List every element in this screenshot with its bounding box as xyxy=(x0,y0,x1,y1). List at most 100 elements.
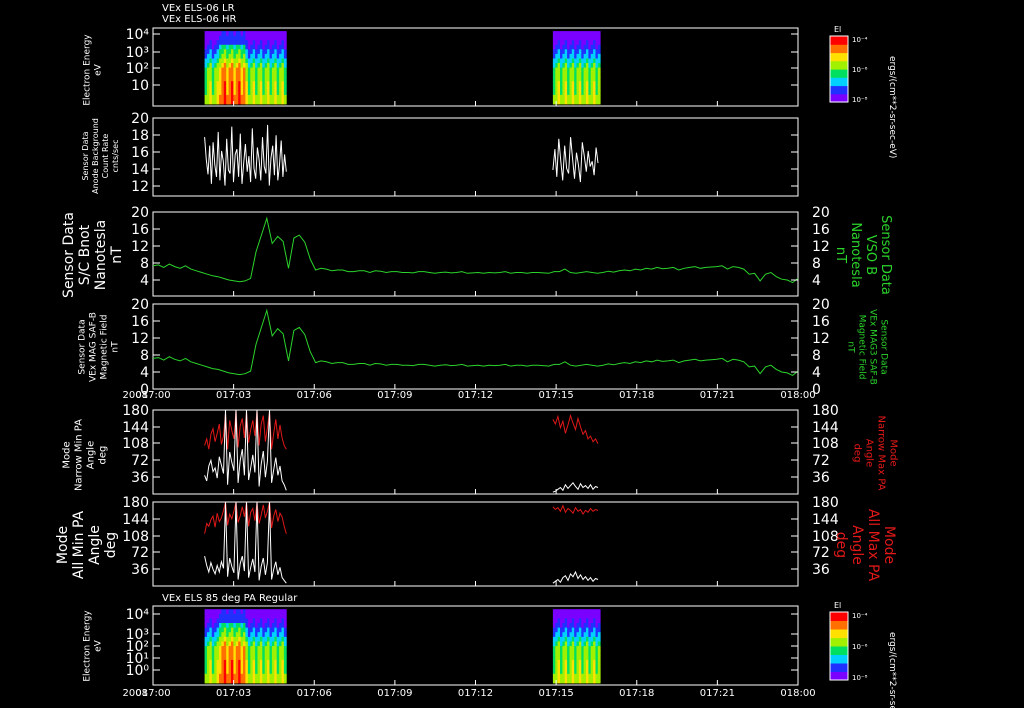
spectrogram-cell xyxy=(269,31,273,37)
spectrogram-cell xyxy=(207,646,210,652)
spectrogram-cell xyxy=(578,90,582,96)
spectrogram-cell xyxy=(228,63,232,68)
spectrogram-cell xyxy=(245,627,249,633)
spectrogram-cell xyxy=(276,655,280,661)
spectrogram-cell xyxy=(590,94,594,100)
spectrogram-cell xyxy=(214,58,217,64)
spectrogram-cell xyxy=(264,35,268,41)
spectrogram-cell xyxy=(221,655,225,661)
spectrogram-cell xyxy=(223,72,227,78)
spectrogram-cell xyxy=(245,659,249,665)
spectrogram-cell xyxy=(576,99,580,105)
spectrogram-cell xyxy=(255,90,258,96)
spectrogram-cell xyxy=(262,659,266,665)
spectrogram-cell xyxy=(211,664,215,670)
spectrogram-cell xyxy=(560,72,563,78)
spectrogram-cell xyxy=(557,53,561,59)
spectrogram-cell xyxy=(223,85,227,91)
spectrogram-cell xyxy=(590,613,594,619)
spectrogram-cell xyxy=(257,85,261,91)
spectrogram-cell xyxy=(245,636,249,642)
spectrogram-cell xyxy=(276,613,280,619)
spectrogram-cell xyxy=(269,53,273,59)
spectrogram-cell xyxy=(259,76,263,82)
spectrogram-cell xyxy=(231,31,234,37)
spectrogram-cell xyxy=(593,76,596,82)
spectrogram-cell xyxy=(269,641,273,647)
spectrogram-cell xyxy=(264,669,268,675)
spectrogram-cell xyxy=(219,669,222,675)
spectrogram-cell xyxy=(235,99,239,105)
spectrogram-cell xyxy=(233,641,237,647)
spectrogram-cell xyxy=(283,650,287,656)
spectrogram-cell xyxy=(228,85,232,91)
spectrogram-cell xyxy=(207,44,210,50)
spectrogram-cell xyxy=(571,632,575,638)
spectrogram-cell xyxy=(576,613,580,619)
spectrogram-cell xyxy=(243,655,246,661)
x-tick-label: 017:06 xyxy=(297,390,332,401)
spectrogram-cell xyxy=(571,72,575,78)
spectrogram-cell xyxy=(586,58,589,64)
spectrogram-cell xyxy=(262,90,266,96)
spectrogram-cell xyxy=(583,632,587,638)
spectrogram-cell xyxy=(276,67,280,73)
spectrogram-cell xyxy=(209,623,213,628)
spectrogram-cell xyxy=(233,63,237,68)
spectrogram-cell xyxy=(271,44,275,50)
spectrogram-cell xyxy=(583,650,587,656)
spectrogram-cell xyxy=(255,659,258,665)
spectrogram-cell xyxy=(279,44,282,50)
spectrogram-cell xyxy=(576,76,580,82)
spectrogram-cell xyxy=(597,44,601,50)
spectrogram-cell xyxy=(597,673,601,679)
spectrogram-cell xyxy=(204,636,208,642)
spectrogram-cell xyxy=(255,669,258,675)
spectrogram-cell xyxy=(274,664,278,670)
spectrogram-cell xyxy=(255,76,258,82)
spectrogram-cell xyxy=(576,35,580,41)
spectrogram-cell xyxy=(247,632,251,638)
spectrogram-cell xyxy=(267,636,270,642)
spectrogram-cell xyxy=(243,85,246,91)
spectrogram-cell xyxy=(240,623,244,628)
spectrogram-cell xyxy=(590,623,594,628)
spectrogram-cell xyxy=(226,53,229,59)
spectrogram-cell xyxy=(583,655,587,661)
spectrogram-cell xyxy=(552,35,556,41)
spectrogram-cell xyxy=(557,31,561,37)
spectrogram-cell xyxy=(279,35,282,41)
spectrogram-cell xyxy=(274,669,278,675)
spectrogram-cell xyxy=(211,99,215,105)
spectrogram-cell xyxy=(209,659,213,665)
spectrogram-cell xyxy=(586,678,589,684)
spectrogram-cell xyxy=(250,94,254,100)
spectrogram-cell xyxy=(226,646,229,652)
spectrogram-cell xyxy=(245,669,249,675)
spectrogram-cell xyxy=(238,636,241,642)
spectrogram-cell xyxy=(214,655,217,661)
spectrogram-cell xyxy=(252,641,256,647)
spectrogram-cell xyxy=(597,99,601,105)
spectrogram-cell xyxy=(262,63,266,68)
spectrogram-cell xyxy=(590,63,594,68)
spectrogram-cell xyxy=(267,655,270,661)
spectrogram-cell xyxy=(564,636,568,642)
y-tick-label-right: 144 xyxy=(812,512,839,528)
panel5-ylabel-right-line: Narrow Max PA xyxy=(876,416,887,491)
spectrogram-cell xyxy=(243,67,246,73)
spectrogram-cell xyxy=(255,641,258,647)
x-tick-label: 018:00 xyxy=(780,390,815,401)
spectrogram-cell xyxy=(276,664,280,670)
spectrogram-cell xyxy=(240,35,244,41)
spectrogram-cell xyxy=(219,627,222,633)
spectrogram-cell xyxy=(255,613,258,619)
spectrogram-cell xyxy=(228,659,232,665)
spectrogram-cell xyxy=(262,94,266,100)
spectrogram-cell xyxy=(228,44,232,50)
spectrogram-cell xyxy=(257,63,261,68)
spectrogram-cell xyxy=(552,641,556,647)
spectrogram-cell xyxy=(231,673,234,679)
spectrogram-cell xyxy=(223,659,227,665)
spectrogram-cell xyxy=(211,81,215,87)
